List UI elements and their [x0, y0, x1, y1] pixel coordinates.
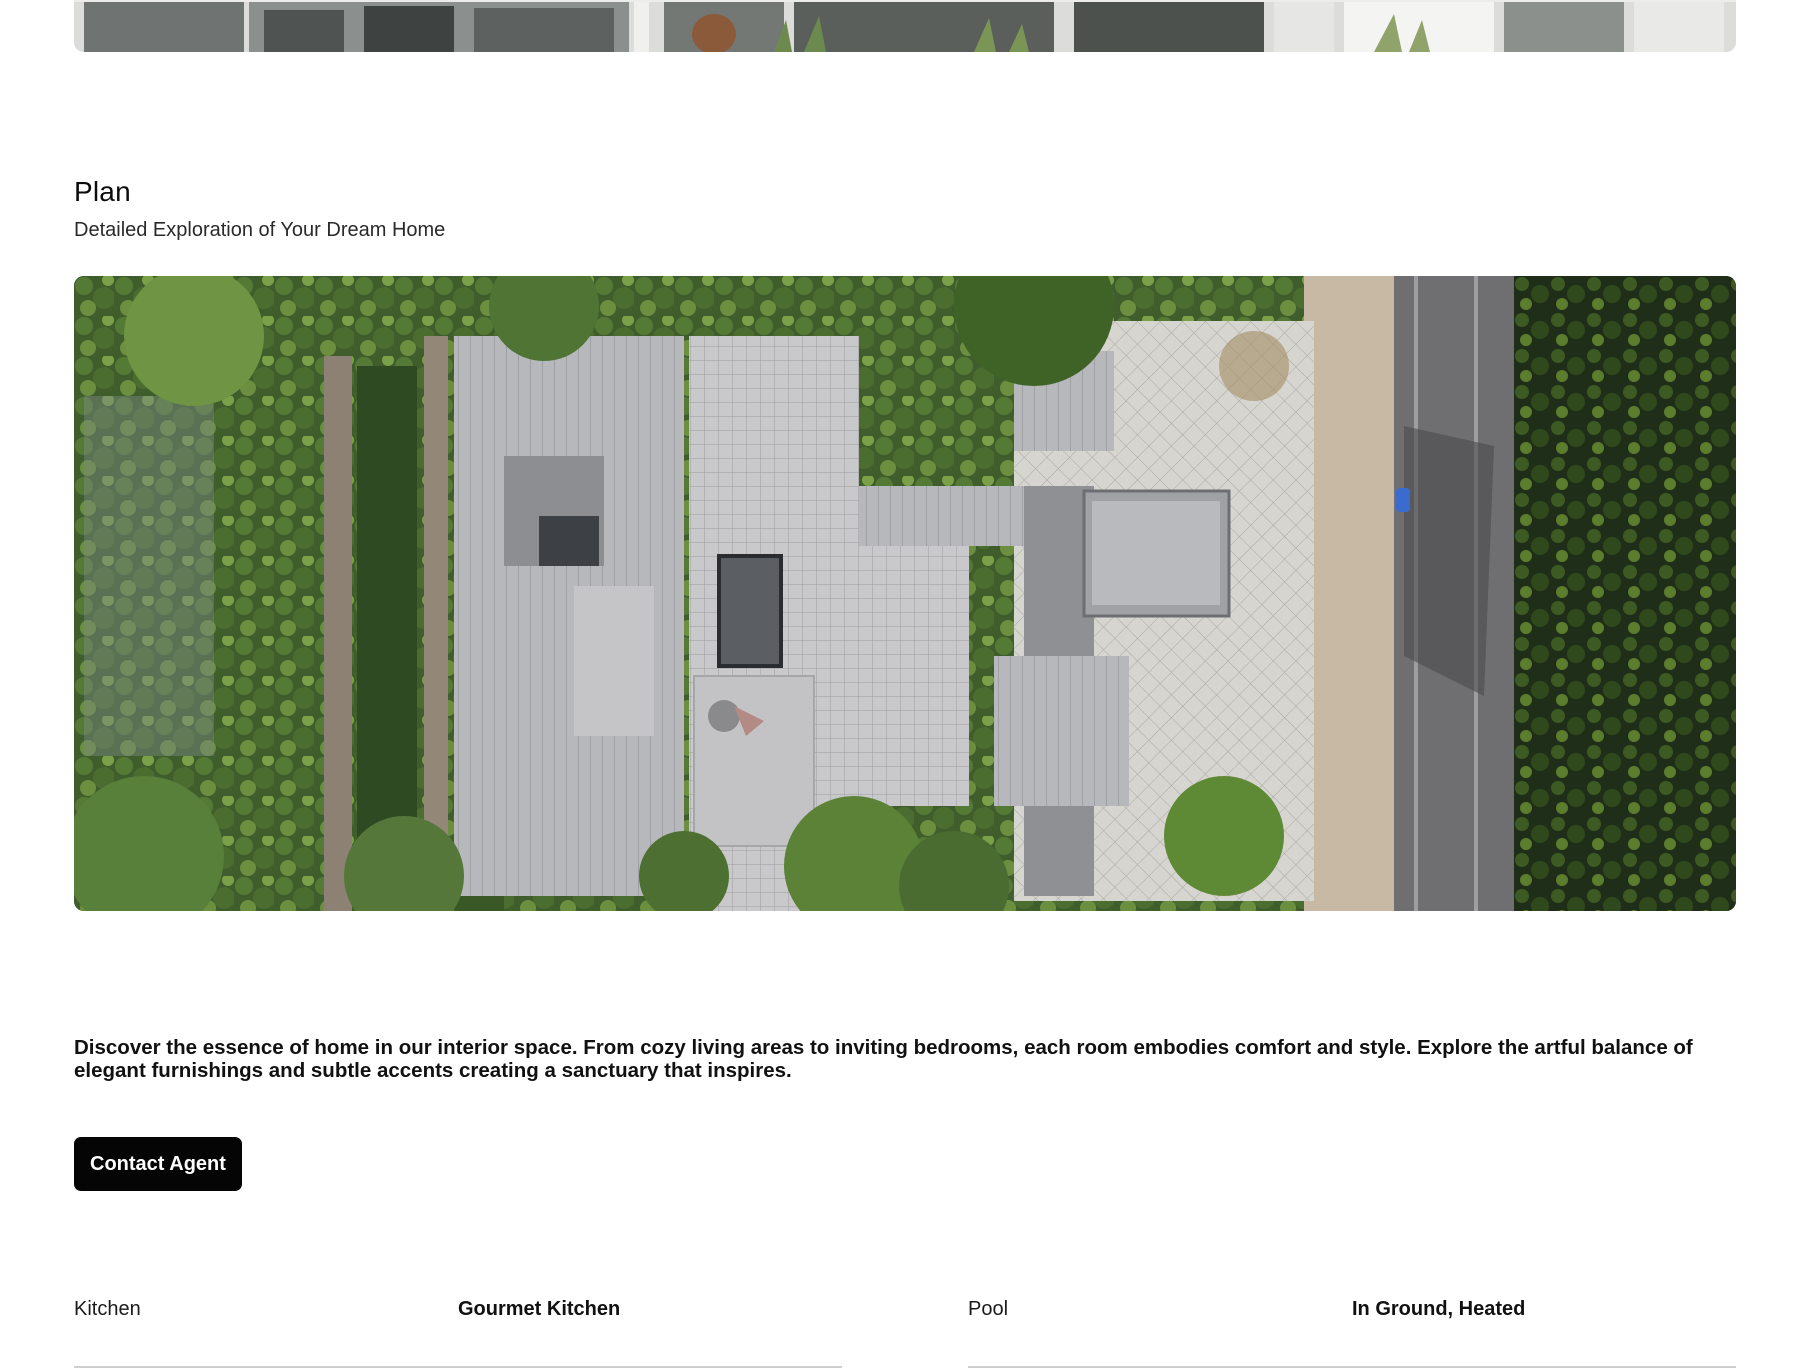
contact-agent-button[interactable]: Contact Agent — [74, 1137, 242, 1191]
feature-value: Gourmet Kitchen — [458, 1298, 621, 1320]
aerial-plan-photo — [74, 276, 1736, 911]
feature-value: In Ground, Heated — [1352, 1298, 1526, 1320]
section-subtitle: Detailed Exploration of Your Dream Home — [74, 219, 446, 241]
feature-label: Kitchen — [74, 1298, 141, 1320]
section-title: Plan — [74, 176, 131, 207]
feature-row-kitchen: Kitchen Gourmet Kitchen — [74, 1290, 842, 1368]
house-exterior-photo — [74, 0, 1736, 52]
feature-label: Pool — [968, 1298, 1009, 1320]
feature-row-pool: Pool In Ground, Heated — [968, 1290, 1736, 1368]
property-description: Discover the essence of home in our inte… — [74, 1036, 1693, 1082]
